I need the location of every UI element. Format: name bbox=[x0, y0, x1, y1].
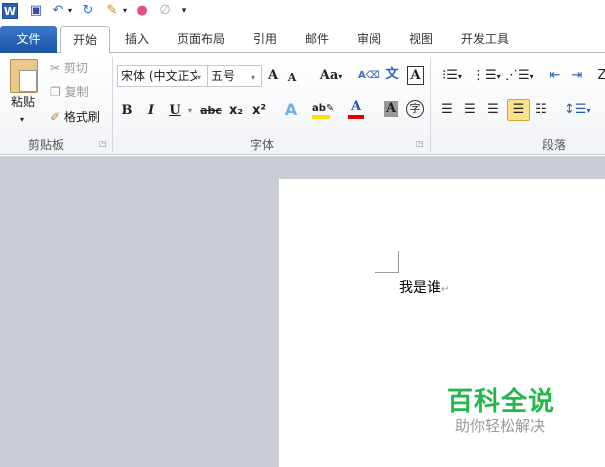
save-icon[interactable]: ▣ bbox=[28, 3, 44, 19]
cut-label: 剪切 bbox=[63, 61, 88, 75]
undo-dropdown-icon[interactable]: ▾ bbox=[66, 3, 74, 19]
watermark-title: 百科全说 bbox=[447, 387, 556, 417]
chevron-down-icon: ▾ bbox=[251, 73, 256, 82]
tab-view[interactable]: 视图 bbox=[399, 26, 443, 53]
sort-icon[interactable]: Z bbox=[597, 66, 605, 86]
draw-icon[interactable]: ∅ bbox=[157, 3, 173, 19]
justify-icon[interactable]: ☰ bbox=[507, 99, 530, 121]
bullets-icon[interactable]: ⁝☰▾ bbox=[438, 66, 466, 86]
align-right-icon[interactable]: ☰ bbox=[484, 100, 502, 120]
margin-corner-mark bbox=[375, 251, 399, 273]
watermark-subtitle: 助你轻松解决 bbox=[455, 417, 546, 435]
brush-icon[interactable]: ✎ bbox=[103, 3, 121, 19]
dialog-launcher-icon[interactable]: ◳ bbox=[416, 139, 424, 148]
character-border-icon[interactable]: A bbox=[407, 66, 424, 85]
clear-formatting-icon[interactable]: A⌫ bbox=[358, 66, 380, 86]
copy-button[interactable]: ❐ 复制 bbox=[50, 83, 89, 103]
font-group-label: 字体 bbox=[250, 138, 275, 152]
paragraph-text: 我是谁 bbox=[399, 280, 441, 296]
group-divider bbox=[112, 57, 113, 153]
scissors-icon: ✂ bbox=[50, 61, 61, 75]
copy-label: 复制 bbox=[64, 85, 89, 99]
redo-icon[interactable]: ↻ bbox=[80, 3, 96, 19]
document-page[interactable]: 我是谁↵ 百科全说 助你轻松解决 bbox=[279, 179, 605, 467]
customize-icon[interactable]: ▾ bbox=[180, 3, 188, 19]
tab-developer[interactable]: 开发工具 bbox=[452, 26, 518, 53]
enclose-characters-icon[interactable]: 字 bbox=[406, 100, 424, 118]
paste-button[interactable]: 粘贴 bbox=[11, 93, 35, 113]
ribbon-tabs: 文件 开始 插入 页面布局 引用 邮件 审阅 视图 开发工具 bbox=[0, 22, 605, 54]
color-wheel-icon[interactable]: ● bbox=[135, 3, 149, 19]
bold-button[interactable]: B bbox=[120, 101, 134, 121]
italic-button[interactable]: I bbox=[144, 101, 158, 121]
paste-dropdown-icon[interactable]: ▾ bbox=[20, 111, 24, 131]
decrease-indent-icon[interactable]: ⇤ bbox=[546, 66, 564, 86]
underline-button[interactable]: U bbox=[168, 101, 182, 121]
underline-dropdown-icon[interactable]: ▾ bbox=[186, 101, 194, 121]
multilevel-list-icon[interactable]: ⋰☰▾ bbox=[505, 66, 534, 86]
align-center-icon[interactable]: ☰ bbox=[461, 100, 479, 120]
cut-button[interactable]: ✂ 剪切 bbox=[50, 59, 88, 79]
tab-mailings[interactable]: 邮件 bbox=[295, 26, 339, 53]
brush-dropdown-icon[interactable]: ▾ bbox=[121, 3, 129, 19]
character-shading-icon[interactable]: A bbox=[384, 101, 398, 117]
shrink-font-icon[interactable]: A bbox=[285, 68, 299, 88]
brush-icon: ✐ bbox=[50, 110, 61, 124]
text-effects-icon[interactable]: A bbox=[282, 100, 300, 120]
tab-insert[interactable]: 插入 bbox=[115, 26, 159, 53]
font-name-value: 宋体 (中文正文 bbox=[121, 69, 197, 83]
font-size-value: 五号 bbox=[211, 69, 236, 83]
line-spacing-icon[interactable]: ↕☰▾ bbox=[564, 100, 591, 120]
copy-icon: ❐ bbox=[50, 85, 61, 99]
clipboard-group-label: 剪贴板 bbox=[28, 138, 65, 152]
increase-indent-icon[interactable]: ⇥ bbox=[568, 66, 586, 86]
numbering-icon[interactable]: ⋮☰▾ bbox=[472, 66, 501, 86]
paragraph-mark: ↵ bbox=[441, 284, 450, 295]
format-painter-label: 格式刷 bbox=[63, 110, 100, 124]
tab-file[interactable]: 文件 bbox=[0, 26, 57, 53]
strikethrough-button[interactable]: abc bbox=[200, 101, 222, 121]
change-case-icon[interactable]: Aa▾ bbox=[318, 66, 344, 86]
subscript-button[interactable]: x₂ bbox=[227, 101, 245, 121]
font-name-select[interactable]: 宋体 (中文正文▾ bbox=[117, 65, 208, 87]
tab-review[interactable]: 审阅 bbox=[347, 26, 391, 53]
font-size-select[interactable]: 五号 ▾ bbox=[207, 65, 262, 87]
quick-access-toolbar: W ▣ ↶ ▾ ↻ ✎ ▾ ● ∅ ▾ bbox=[0, 0, 605, 22]
paste-icon[interactable] bbox=[10, 59, 38, 93]
align-left-icon[interactable]: ☰ bbox=[438, 100, 456, 120]
dialog-launcher-icon[interactable]: ◳ bbox=[99, 139, 107, 148]
tab-home[interactable]: 开始 bbox=[60, 26, 110, 54]
tab-references[interactable]: 引用 bbox=[243, 26, 287, 53]
format-painter-button[interactable]: ✐ 格式刷 bbox=[50, 108, 100, 128]
distributed-icon[interactable]: ☷ bbox=[532, 100, 550, 120]
undo-icon[interactable]: ↶ bbox=[50, 3, 66, 19]
chevron-down-icon: ▾ bbox=[197, 73, 202, 82]
word-logo-icon[interactable]: W bbox=[2, 3, 18, 19]
highlight-icon[interactable]: ab✎ bbox=[312, 99, 334, 119]
group-divider bbox=[430, 57, 431, 153]
superscript-button[interactable]: x² bbox=[250, 101, 268, 121]
font-color-icon[interactable]: A bbox=[348, 99, 364, 119]
paragraph-group-label: 段落 bbox=[542, 138, 567, 152]
grow-font-icon[interactable]: A bbox=[265, 66, 281, 86]
ribbon: 粘贴 ▾ ✂ 剪切 ❐ 复制 ✐ 格式刷 剪贴板 ◳ 宋体 (中文正文▾ 五号 ▾… bbox=[0, 53, 605, 155]
tab-page-layout[interactable]: 页面布局 bbox=[170, 26, 232, 53]
document-text[interactable]: 我是谁↵ bbox=[399, 277, 449, 297]
phonetic-guide-icon[interactable]: 文 bbox=[382, 65, 402, 85]
